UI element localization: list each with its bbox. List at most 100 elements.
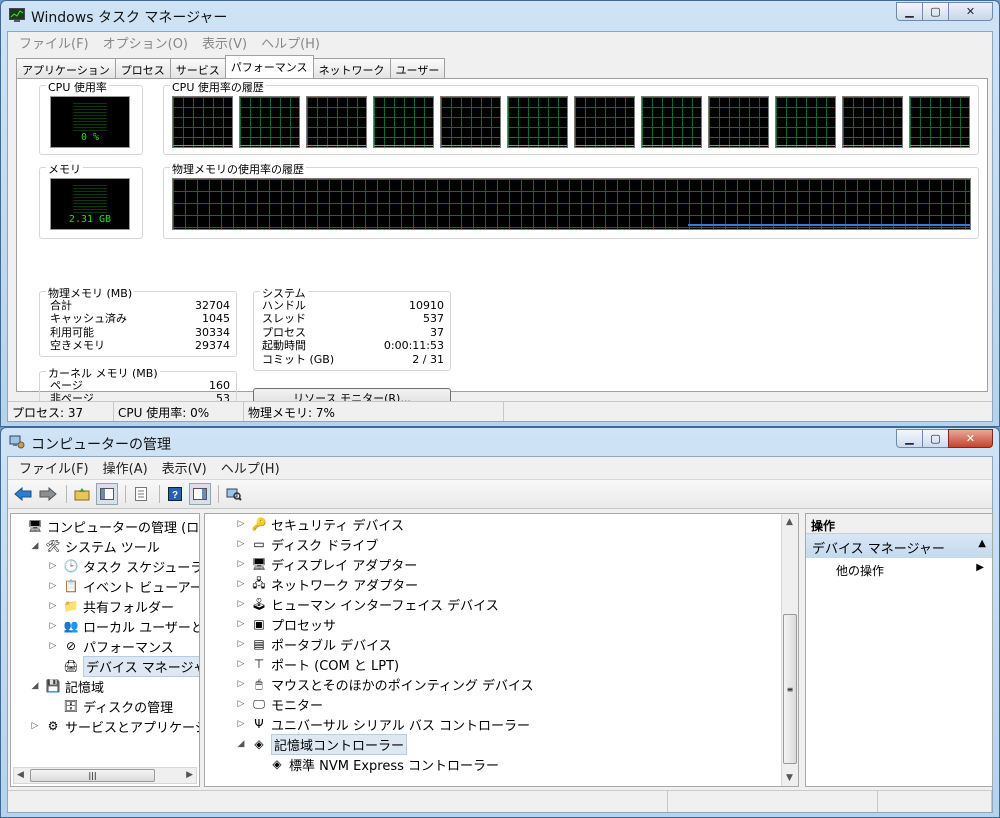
- tree-item[interactable]: 🖨 デバイス マネージャー: [47, 655, 199, 677]
- menu-view[interactable]: 表示(V): [155, 458, 214, 477]
- tree-item[interactable]: ▷ 📋 イベント ビューアー: [47, 576, 199, 596]
- stat-label: スレッド: [262, 312, 306, 326]
- cpu-history-label: CPU 使用率の履歴: [170, 79, 266, 95]
- stat-label: 空きメモリ: [50, 339, 105, 353]
- expander-icon[interactable]: ▷: [47, 621, 59, 631]
- menu-file[interactable]: ファイル(F): [12, 458, 96, 477]
- tree-item[interactable]: ▷ ⊤ ポート (COM と LPT): [235, 654, 400, 674]
- tree-item[interactable]: ▷ 👥 ローカル ユーザーとグ: [47, 616, 199, 636]
- stat-value: 30334: [195, 325, 230, 339]
- maximize-button[interactable]: ▢: [922, 2, 948, 21]
- tab-services[interactable]: サービス: [169, 58, 226, 78]
- menu-view[interactable]: 表示(V): [195, 33, 254, 52]
- tree-item[interactable]: ◈ 標準 NVM Express コントローラー: [253, 754, 499, 774]
- expander-icon[interactable]: ▷: [235, 659, 247, 669]
- expander-icon[interactable]: ▷: [235, 619, 247, 629]
- vertical-scrollbar[interactable]: ▲ ≡ ▼: [781, 514, 798, 786]
- tree-item[interactable]: ◢ ◈ 記憶域コントローラー: [235, 733, 408, 755]
- show-action-pane-icon[interactable]: [189, 483, 211, 505]
- horizontal-scrollbar[interactable]: ◀ ||| ▶: [13, 767, 197, 784]
- expander-icon[interactable]: ▷: [29, 721, 41, 731]
- expander-icon[interactable]: ▷: [47, 561, 59, 571]
- more-actions-item[interactable]: 他の操作 ▶: [806, 558, 992, 580]
- tree-item[interactable]: ▷ ▣ プロセッサ: [235, 614, 336, 634]
- stat-label: 合計: [50, 299, 72, 312]
- horizontal-scroll-thumb[interactable]: |||: [30, 769, 155, 782]
- tree-item[interactable]: ◢ 💾 記憶域: [29, 676, 104, 696]
- tree-item[interactable]: ▷ 🔑 セキュリティ デバイス: [235, 514, 404, 534]
- task-manager-titlebar[interactable]: Windows タスク マネージャー ▁ ▢ ✕: [1, 1, 999, 29]
- expander-icon[interactable]: ▷: [235, 719, 247, 729]
- actions-section-device-manager[interactable]: デバイス マネージャー ▲: [806, 534, 992, 558]
- menu-help[interactable]: ヘルプ(H): [214, 458, 287, 477]
- maximize-button[interactable]: ▢: [922, 429, 948, 448]
- performance-icon: ⊘: [65, 639, 77, 653]
- tree-item[interactable]: ▷ ⚙ サービスとアプリケーショ: [29, 716, 199, 736]
- tab-processes[interactable]: プロセス: [114, 58, 171, 78]
- physical-memory-group: 物理メモリ (MB) 合計 32704 キャッシュ済み 1045 利用可能 30334…: [39, 285, 237, 357]
- tree-item[interactable]: ▷ 📁 共有フォルダー: [47, 596, 174, 616]
- tree-item-label: ディスクの管理: [83, 700, 174, 716]
- minimize-button[interactable]: ▁: [896, 2, 922, 21]
- tab-performance[interactable]: パフォーマンス: [224, 55, 314, 78]
- close-button[interactable]: ✕: [948, 2, 993, 21]
- tree-item[interactable]: ▷ ▤ ポータブル デバイス: [235, 634, 392, 654]
- tree-item[interactable]: 🖥 コンピューターの管理 (ローカ: [11, 516, 199, 536]
- expander-icon[interactable]: ▷: [235, 639, 247, 649]
- expander-icon[interactable]: ▷: [235, 699, 247, 709]
- expander-icon[interactable]: ▷: [47, 581, 59, 591]
- forward-icon[interactable]: [37, 483, 59, 505]
- close-button[interactable]: ✕: [948, 429, 993, 448]
- tree-item[interactable]: ▷ 🖥 ディスプレイ アダプター: [235, 554, 418, 574]
- tab-users[interactable]: ユーザー: [389, 58, 446, 78]
- expander-icon[interactable]: ▷: [235, 579, 247, 589]
- expander-icon[interactable]: ◢: [29, 541, 41, 551]
- stat-value: 32704: [195, 299, 230, 312]
- expander-icon[interactable]: ▷: [47, 601, 59, 611]
- vertical-scroll-thumb[interactable]: ≡: [783, 614, 797, 764]
- toolbar-separator: [66, 485, 67, 503]
- collapse-arrow-icon[interactable]: ▲: [978, 538, 986, 549]
- tree-item-label: セキュリティ デバイス: [271, 518, 404, 534]
- expander-icon[interactable]: ▷: [235, 599, 247, 609]
- tree-item[interactable]: ◢ 🛠 システム ツール: [29, 536, 160, 556]
- minimize-button[interactable]: ▁: [896, 429, 922, 448]
- tree-item[interactable]: 🗄 ディスクの管理: [47, 696, 173, 716]
- expander-icon[interactable]: ▷: [235, 559, 247, 569]
- tree-item[interactable]: ▷ 🖵 モニター: [235, 694, 323, 714]
- scan-hardware-icon[interactable]: [223, 483, 245, 505]
- expander-icon[interactable]: ◢: [235, 739, 247, 749]
- menu-options[interactable]: オプション(O): [96, 33, 195, 52]
- tree-item[interactable]: ▷ Ψ ユニバーサル シリアル バス コントローラー: [235, 714, 530, 734]
- expander-icon[interactable]: ▷: [235, 679, 247, 689]
- scroll-down-arrow[interactable]: ▼: [786, 773, 793, 783]
- expander-icon[interactable]: ◢: [29, 681, 41, 691]
- computer-management-titlebar[interactable]: コンピューターの管理 ▁ ▢ ✕: [1, 428, 999, 456]
- scroll-right-arrow[interactable]: ▶: [186, 770, 193, 780]
- cpu-usage-label: CPU 使用率: [46, 79, 109, 95]
- stat-row: コミット (GB) 2 / 31: [262, 353, 444, 366]
- tree-item[interactable]: ▷ 🖱 マウスとそのほかのポインティング デバイス: [235, 674, 534, 694]
- menu-action[interactable]: 操作(A): [96, 458, 155, 477]
- menu-file[interactable]: ファイル(F): [12, 33, 96, 52]
- tab-networking[interactable]: ネットワーク: [312, 58, 391, 78]
- tree-item[interactable]: ▷ 🖧 ネットワーク アダプター: [235, 574, 419, 594]
- tree-item[interactable]: ▷ 🕒 タスク スケジューラ: [47, 556, 199, 576]
- tree-item[interactable]: ▷ ▭ ディスク ドライブ: [235, 534, 379, 554]
- expander-icon[interactable]: ▷: [235, 519, 247, 529]
- back-icon[interactable]: [12, 483, 34, 505]
- menu-help[interactable]: ヘルプ(H): [254, 33, 327, 52]
- tab-applications[interactable]: アプリケーション: [16, 58, 116, 78]
- toolbar-separator: [159, 485, 160, 503]
- tree-item-label: 記憶域コントローラー: [271, 733, 408, 755]
- tree-item[interactable]: ▷ ⊘ パフォーマンス: [47, 636, 174, 656]
- properties-icon[interactable]: [130, 483, 152, 505]
- tree-item[interactable]: ▷ 🕹 ヒューマン インターフェイス デバイス: [235, 594, 499, 614]
- scroll-up-arrow[interactable]: ▲: [786, 517, 793, 527]
- up-folder-icon[interactable]: [71, 483, 93, 505]
- scroll-left-arrow[interactable]: ◀: [17, 770, 24, 780]
- help-icon[interactable]: ?: [164, 483, 186, 505]
- expander-icon[interactable]: ▷: [235, 539, 247, 549]
- show-tree-icon[interactable]: [96, 483, 118, 505]
- expander-icon[interactable]: ▷: [47, 641, 59, 651]
